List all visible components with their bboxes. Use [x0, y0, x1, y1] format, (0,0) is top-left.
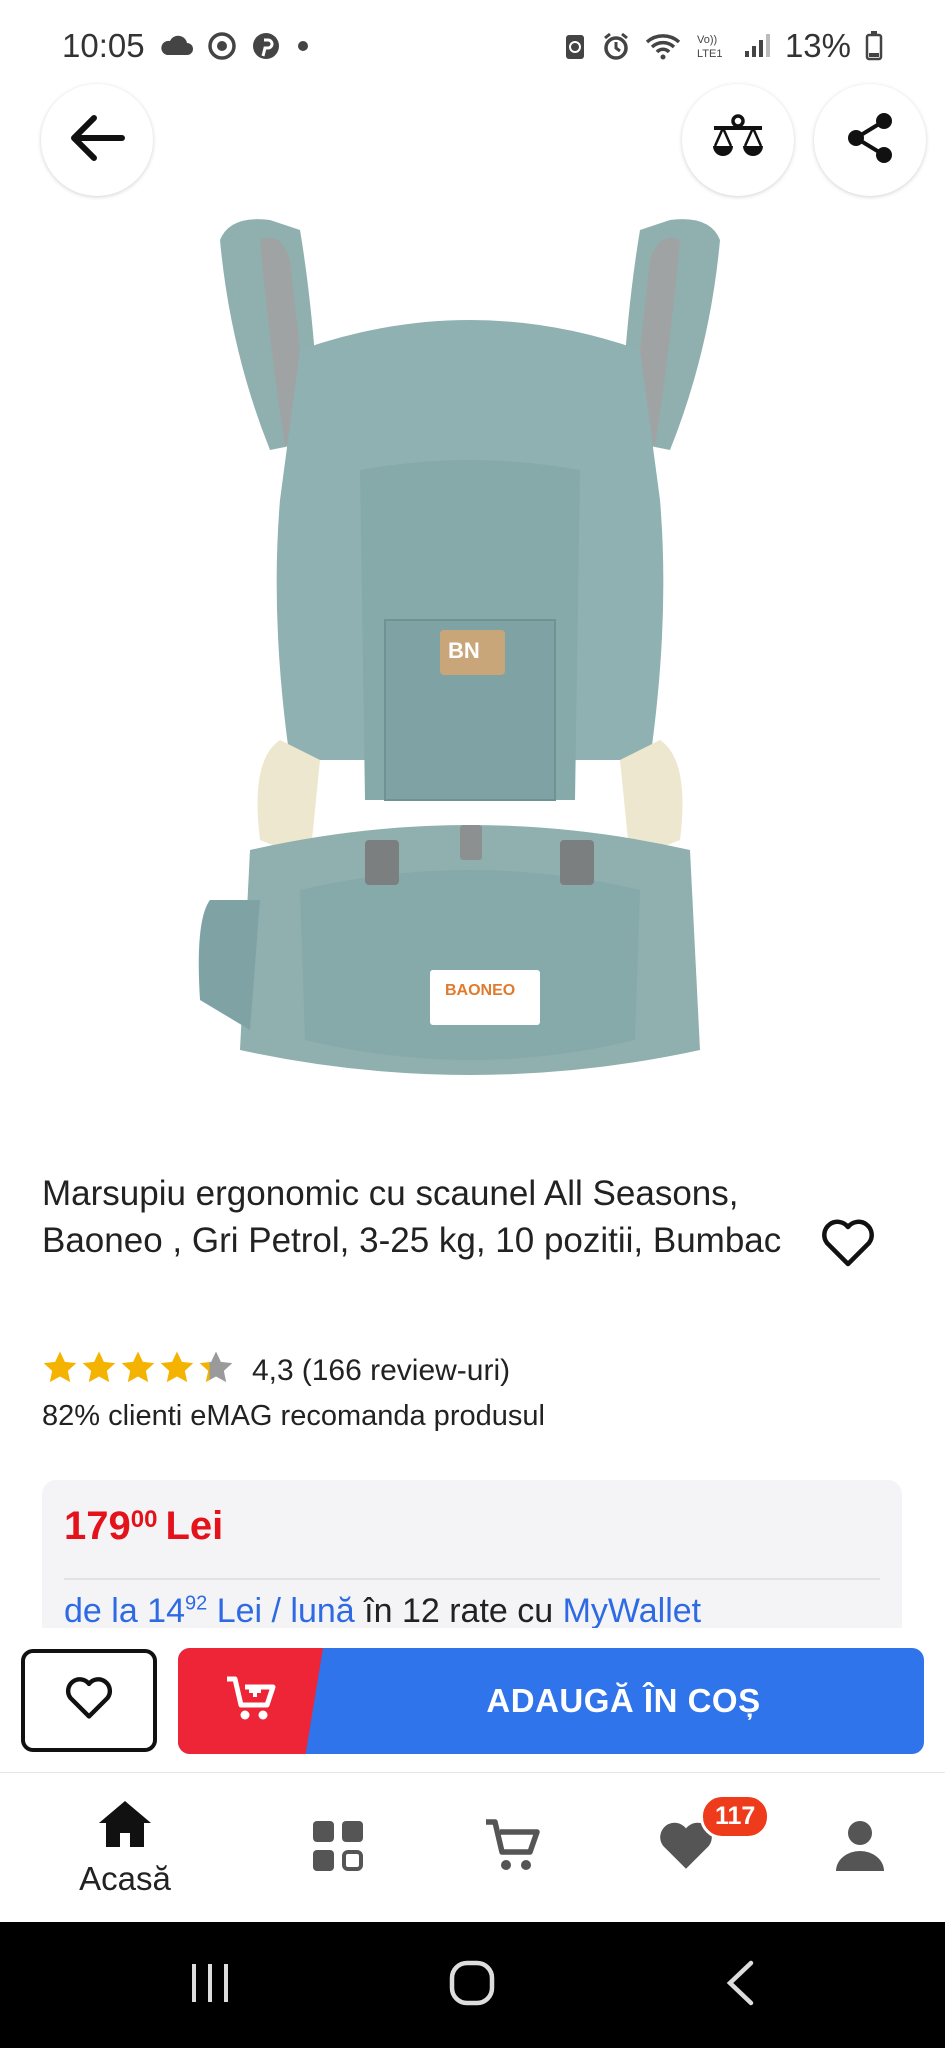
wishlist-button[interactable] — [21, 1649, 157, 1752]
system-back-button[interactable] — [710, 1922, 770, 2048]
system-nav-bar — [0, 1922, 945, 2048]
nav-home[interactable]: Acasă — [70, 1774, 180, 1922]
price-card: 179 00 Lei de la 1492 Lei / lună în 12 r… — [42, 1480, 902, 1628]
heart-outline-icon — [820, 1219, 876, 1272]
svg-text:BAONEO: BAONEO — [445, 982, 515, 999]
favorites-badge: 117 — [700, 1794, 771, 1839]
price-decimals: 00 — [130, 1506, 158, 1533]
chevron-left-icon — [725, 1960, 755, 2011]
user-icon — [834, 1819, 886, 1878]
add-to-cart-button[interactable]: ADAUGĂ ÎN COȘ — [178, 1648, 924, 1754]
cart-plus-icon — [225, 1675, 277, 1728]
add-to-cart-label: ADAUGĂ ÎN COȘ — [486, 1682, 761, 1719]
heart-outline-icon — [64, 1676, 114, 1725]
pinterest-icon — [251, 31, 281, 61]
svg-text:LTE1: LTE1 — [697, 48, 722, 60]
add-to-favorites-button[interactable] — [820, 1218, 876, 1270]
bottom-nav: Acasă 117 — [0, 1774, 945, 1922]
star-icon — [81, 1350, 117, 1392]
cart-icon — [484, 1818, 542, 1879]
status-time: 10:05 — [62, 27, 145, 64]
installment-middle: în 12 rate cu — [354, 1592, 563, 1628]
price-currency: Lei — [165, 1504, 224, 1548]
review-count[interactable]: (166 review-uri) — [302, 1354, 510, 1388]
home-icon — [97, 1799, 153, 1854]
star-partial-icon — [198, 1350, 234, 1392]
star-icon — [120, 1350, 156, 1392]
volte-icon: Vo)) LTE1 — [695, 31, 729, 61]
recycle-icon — [563, 31, 587, 61]
alarm-icon — [601, 31, 631, 61]
more-dot-icon — [295, 38, 311, 54]
home-circle-icon — [449, 1960, 495, 2011]
wifi-icon — [645, 32, 681, 60]
app-notification-icon — [207, 31, 237, 61]
arrow-left-icon — [68, 113, 126, 168]
product-title: Marsupiu ergonomic cu scaunel All Season… — [42, 1174, 782, 1260]
status-bar: 10:05 Vo)) LTE1 13% — [0, 0, 945, 92]
installment-amount[interactable]: de la 1492 Lei / lună — [64, 1592, 355, 1628]
battery-icon — [865, 31, 883, 61]
grid-icon — [311, 1819, 365, 1878]
svg-text:BN: BN — [448, 638, 480, 663]
status-left: 10:05 — [62, 27, 311, 65]
nav-categories[interactable] — [290, 1774, 386, 1922]
status-right: Vo)) LTE1 13% — [563, 27, 883, 65]
battery-percent: 13% — [784, 27, 851, 64]
action-bar: ADAUGĂ ÎN COȘ — [0, 1628, 945, 1773]
product-price: 179 00 Lei — [64, 1504, 223, 1549]
product-image[interactable]: BN BAONEO — [190, 200, 750, 1140]
home-system-button[interactable] — [440, 1922, 504, 2048]
back-button[interactable] — [41, 84, 153, 196]
cloud-icon — [159, 35, 193, 57]
star-icon — [42, 1350, 78, 1392]
installment-offer[interactable]: de la 1492 Lei / lună în 12 rate cu MyWa… — [64, 1592, 701, 1628]
price-integer: 179 — [64, 1504, 131, 1548]
compare-button[interactable] — [682, 84, 794, 196]
svg-text:Vo)): Vo)) — [697, 34, 717, 46]
mywallet-link[interactable]: MyWallet — [563, 1592, 702, 1628]
share-button[interactable] — [814, 84, 926, 196]
title-row: Marsupiu ergonomic cu scaunel All Season… — [42, 1170, 902, 1264]
signal-icon — [743, 33, 771, 59]
price-divider — [64, 1578, 880, 1580]
recent-apps-button[interactable] — [180, 1922, 240, 2048]
nav-account[interactable] — [812, 1774, 908, 1922]
rating-stars — [42, 1350, 234, 1392]
nav-home-label: Acasă — [79, 1859, 171, 1897]
cart-btn-icon-area — [178, 1648, 323, 1754]
share-icon — [844, 111, 896, 170]
scale-icon — [710, 113, 766, 167]
star-icon — [159, 1350, 195, 1392]
rating-row[interactable]: 4,3 (166 review-uri) — [42, 1350, 510, 1392]
rating-value: 4,3 — [252, 1354, 294, 1387]
recommend-text: 82% clienti eMAG recomanda produsul — [42, 1400, 545, 1432]
recent-apps-icon — [188, 1962, 232, 2009]
nav-cart[interactable] — [465, 1774, 561, 1922]
